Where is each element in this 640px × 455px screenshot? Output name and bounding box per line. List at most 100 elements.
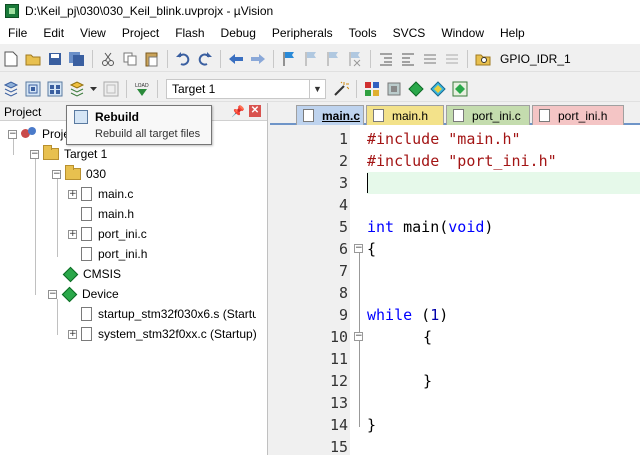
tree-item-target[interactable]: − Target 1: [30, 144, 107, 164]
tree-item-file[interactable]: port_ini.h: [81, 244, 147, 264]
target-select[interactable]: Target 1 ▼: [166, 78, 326, 99]
tree-item-file[interactable]: + main.c: [68, 184, 133, 204]
file-extensions-button[interactable]: [385, 80, 403, 98]
tree-item-file[interactable]: + port_ini.c: [68, 224, 147, 244]
clear-bookmarks-button[interactable]: [346, 50, 364, 68]
menu-view[interactable]: View: [72, 22, 114, 44]
tree-item-label: Device: [82, 287, 119, 301]
batch-build-button[interactable]: [68, 80, 86, 98]
rte-config-icon: [452, 81, 468, 96]
project-panel-title: Project: [4, 104, 42, 119]
menu-flash[interactable]: Flash: [167, 22, 212, 44]
menu-svcs[interactable]: SVCS: [385, 22, 434, 44]
code-text[interactable]: #include "main.h": [367, 128, 521, 150]
comment-button[interactable]: [421, 50, 439, 68]
save-button[interactable]: [46, 50, 64, 68]
stop-build-icon: [103, 81, 119, 96]
file-icon: [373, 109, 384, 122]
tree-item-group-030[interactable]: − 030: [52, 164, 106, 184]
navigate-back-button[interactable]: [227, 50, 245, 68]
pack-installer-button[interactable]: [407, 80, 425, 98]
tab-port-ini-h[interactable]: port_ini.h: [532, 105, 624, 125]
redo-button[interactable]: [196, 50, 214, 68]
new-file-button[interactable]: [2, 50, 20, 68]
batch-build-dropdown[interactable]: [90, 80, 98, 98]
tree-item-file[interactable]: main.h: [81, 204, 134, 224]
tab-main-c[interactable]: main.c: [296, 105, 364, 125]
save-all-button[interactable]: [68, 50, 86, 68]
menu-help[interactable]: Help: [492, 22, 533, 44]
tree-item-label: port_ini.h: [98, 247, 148, 261]
download-button[interactable]: LOAD: [133, 80, 151, 98]
code-text[interactable]: {: [367, 238, 376, 260]
collapse-icon[interactable]: −: [8, 129, 17, 139]
open-file-button[interactable]: [24, 50, 42, 68]
tab-main-h[interactable]: main.h: [366, 105, 444, 125]
next-bookmark-button[interactable]: [324, 50, 342, 68]
tab-port-ini-c[interactable]: port_ini.c: [446, 105, 530, 125]
menu-file[interactable]: File: [0, 22, 35, 44]
code-text[interactable]: while (1): [367, 304, 448, 326]
select-packs-button[interactable]: [429, 80, 447, 98]
menu-peripherals[interactable]: Peripherals: [264, 22, 341, 44]
code-text[interactable]: int main(void): [367, 216, 493, 238]
chevron-down-icon[interactable]: ▼: [309, 79, 325, 98]
fold-collapse-icon[interactable]: −: [354, 332, 363, 341]
rebuild-button[interactable]: [46, 80, 64, 98]
prev-bookmark-button[interactable]: [302, 50, 320, 68]
target-options-button[interactable]: [332, 80, 350, 98]
redo-icon: [198, 51, 212, 66]
code-line: 6 − {: [270, 238, 640, 260]
menu-window[interactable]: Window: [433, 22, 492, 44]
line-number: 5: [338, 218, 348, 236]
collapse-icon[interactable]: −: [52, 169, 61, 179]
tree-item-component[interactable]: CMSIS: [62, 264, 121, 284]
undo-button[interactable]: [174, 50, 192, 68]
expand-icon[interactable]: +: [68, 189, 77, 199]
indent-button[interactable]: [377, 50, 395, 68]
tree-item-file[interactable]: startup_stm32f030x6.s (Startup): [81, 304, 256, 324]
menu-edit[interactable]: Edit: [35, 22, 72, 44]
toolbar-separator: [126, 79, 127, 98]
collapse-icon[interactable]: −: [30, 149, 39, 159]
fold-collapse-icon[interactable]: −: [354, 244, 363, 253]
code-text[interactable]: {: [423, 326, 432, 348]
find-in-files-icon: [475, 54, 491, 65]
navigate-forward-button[interactable]: [249, 50, 267, 68]
toolbar-separator: [467, 49, 468, 68]
bookmark-clear-icon: [349, 51, 361, 66]
rte-config-button[interactable]: [451, 80, 469, 98]
find-in-files-button[interactable]: [474, 50, 492, 68]
collapse-icon[interactable]: −: [48, 289, 57, 299]
code-line: 9 while (1): [270, 304, 640, 326]
translate-button[interactable]: [2, 80, 20, 98]
tree-item-file[interactable]: + system_stm32f0xx.c (Startup): [68, 324, 257, 344]
code-line: 2 #include "port_ini.h": [270, 150, 640, 172]
paste-button[interactable]: [143, 50, 161, 68]
copy-button[interactable]: [121, 50, 139, 68]
stop-build-button[interactable]: [102, 80, 120, 98]
menu-project[interactable]: Project: [114, 22, 167, 44]
code-editor[interactable]: 1 #include "main.h" 2 #include "port_ini…: [270, 125, 640, 455]
menu-tools[interactable]: Tools: [341, 22, 385, 44]
unindent-button[interactable]: [399, 50, 417, 68]
code-text[interactable]: #include "port_ini.h": [367, 150, 557, 172]
rebuild-tooltip: Rebuild Rebuild all target files: [66, 105, 212, 145]
toolbar-separator: [356, 79, 357, 98]
pin-icon[interactable]: 📌: [231, 105, 245, 118]
tree-item-component[interactable]: − Device: [48, 284, 119, 304]
uncomment-button[interactable]: [443, 50, 461, 68]
cut-button[interactable]: [99, 50, 117, 68]
expand-icon[interactable]: +: [68, 229, 77, 239]
expand-icon[interactable]: +: [68, 329, 77, 339]
menu-debug[interactable]: Debug: [213, 22, 264, 44]
build-button[interactable]: [24, 80, 42, 98]
code-text[interactable]: }: [367, 414, 376, 436]
manage-project-items-button[interactable]: [363, 80, 381, 98]
find-text-value[interactable]: GPIO_IDR_1: [500, 52, 571, 66]
tree-item-label: main.c: [98, 187, 134, 201]
insert-bookmark-button[interactable]: [280, 50, 298, 68]
code-text[interactable]: }: [423, 370, 432, 392]
close-icon[interactable]: ✕: [249, 105, 261, 117]
text-cursor: [367, 173, 368, 193]
